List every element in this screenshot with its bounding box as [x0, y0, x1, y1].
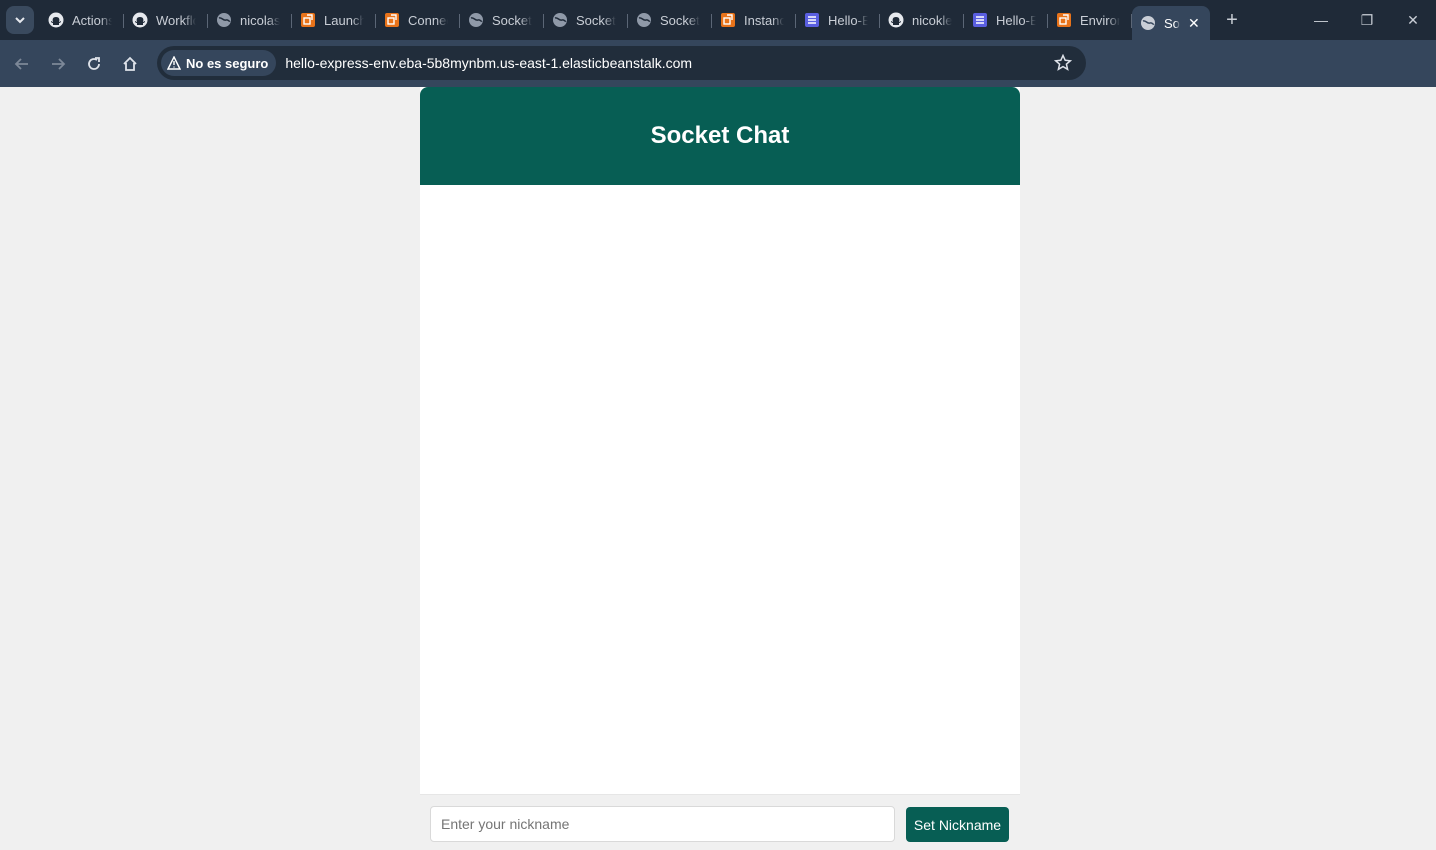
github-icon — [132, 12, 148, 28]
aws-icon — [300, 12, 316, 28]
tab-list: Actions Workflows nicolas Launch Connect Sock… — [40, 0, 1132, 40]
address-bar[interactable]: No es seguro hello-express-env.eba-5b8my… — [157, 46, 1086, 80]
bookmark-star-icon[interactable] — [1053, 53, 1073, 77]
close-icon[interactable]: ✕ — [1188, 15, 1200, 32]
chevron-down-icon — [15, 17, 25, 24]
message-list[interactable] — [420, 185, 1020, 794]
tab-label: Socket — [660, 12, 700, 28]
tab-search-button[interactable] — [6, 6, 34, 34]
globe-icon — [1140, 15, 1156, 31]
tab-item[interactable]: Actions — [40, 4, 124, 36]
tab-label: Actions — [72, 12, 112, 28]
forward-button[interactable] — [40, 46, 76, 82]
active-tab-label: Socket Chat — [1164, 15, 1180, 31]
tab-item[interactable]: Socket — [544, 4, 628, 36]
aws-icon — [1056, 12, 1072, 28]
tab-item[interactable]: Workflows — [124, 4, 208, 36]
github-icon — [48, 12, 64, 28]
tab-item[interactable]: Socket — [460, 4, 544, 36]
globe-icon — [468, 12, 484, 28]
tab-item[interactable]: Connect — [376, 4, 460, 36]
window-controls: — ❐ ✕ — [1298, 0, 1436, 40]
tab-label: Hello-E — [828, 12, 868, 28]
globe-icon — [636, 12, 652, 28]
url-text[interactable]: hello-express-env.eba-5b8mynbm.us-east-1… — [285, 55, 692, 71]
nickname-input[interactable] — [430, 806, 895, 842]
tab-label: Socket — [492, 12, 532, 28]
tab-label: Environ — [1080, 12, 1120, 28]
tab-label: Launch — [324, 12, 364, 28]
storage-icon — [804, 12, 820, 28]
tab-label: Workflows — [156, 12, 196, 28]
aws-icon — [384, 12, 400, 28]
tab-label: Hello-E — [996, 12, 1036, 28]
globe-icon — [552, 12, 568, 28]
back-button[interactable] — [4, 46, 40, 82]
tab-item[interactable]: Hello-E — [796, 4, 880, 36]
tab-item[interactable]: Launch — [292, 4, 376, 36]
arrow-left-icon — [14, 57, 28, 70]
home-icon — [123, 56, 137, 71]
globe-icon — [216, 12, 232, 28]
page-title: Socket Chat — [650, 122, 790, 149]
restore-icon[interactable]: ❐ — [1344, 0, 1390, 40]
tab-label: Socket — [576, 12, 616, 28]
tab-item[interactable]: Socket — [628, 4, 712, 36]
github-icon — [888, 12, 904, 28]
reload-button[interactable] — [76, 46, 112, 82]
chat-container: Socket Chat Set Nickname — [420, 87, 1020, 850]
tab-label: nicokle — [912, 12, 952, 28]
close-window-icon[interactable]: ✕ — [1390, 0, 1436, 40]
tab-item[interactable]: Instance — [712, 4, 796, 36]
tab-item[interactable]: nicolas — [208, 4, 292, 36]
chat-header: Socket Chat — [420, 87, 1020, 185]
security-chip-label: No es seguro — [186, 55, 269, 71]
tab-label: nicolas — [240, 12, 280, 28]
warning-icon — [167, 56, 181, 70]
nickname-form: Set Nickname — [420, 794, 1020, 850]
storage-icon — [972, 12, 988, 28]
tab-strip: Actions Workflows nicolas Launch Connect Sock… — [0, 0, 1436, 40]
minimize-icon[interactable]: — — [1298, 0, 1344, 40]
reload-icon — [88, 56, 100, 70]
page-viewport: Socket Chat Set Nickname — [0, 87, 1436, 850]
aws-icon — [720, 12, 736, 28]
set-nickname-button[interactable]: Set Nickname — [906, 807, 1009, 842]
tab-item[interactable]: nicokle — [880, 4, 964, 36]
tab-item[interactable]: Hello-E — [964, 4, 1048, 36]
tab-label: Connect — [408, 12, 448, 28]
new-tab-button[interactable]: + — [1222, 9, 1242, 32]
security-chip[interactable]: No es seguro — [161, 50, 277, 76]
browser-toolbar: No es seguro hello-express-env.eba-5b8my… — [0, 40, 1436, 111]
tab-active[interactable]: Socket Chat ✕ — [1132, 6, 1210, 40]
tab-label: Instance — [744, 12, 784, 28]
arrow-right-icon — [52, 57, 66, 70]
tab-item[interactable]: Environ — [1048, 4, 1132, 36]
home-button[interactable] — [112, 46, 148, 82]
